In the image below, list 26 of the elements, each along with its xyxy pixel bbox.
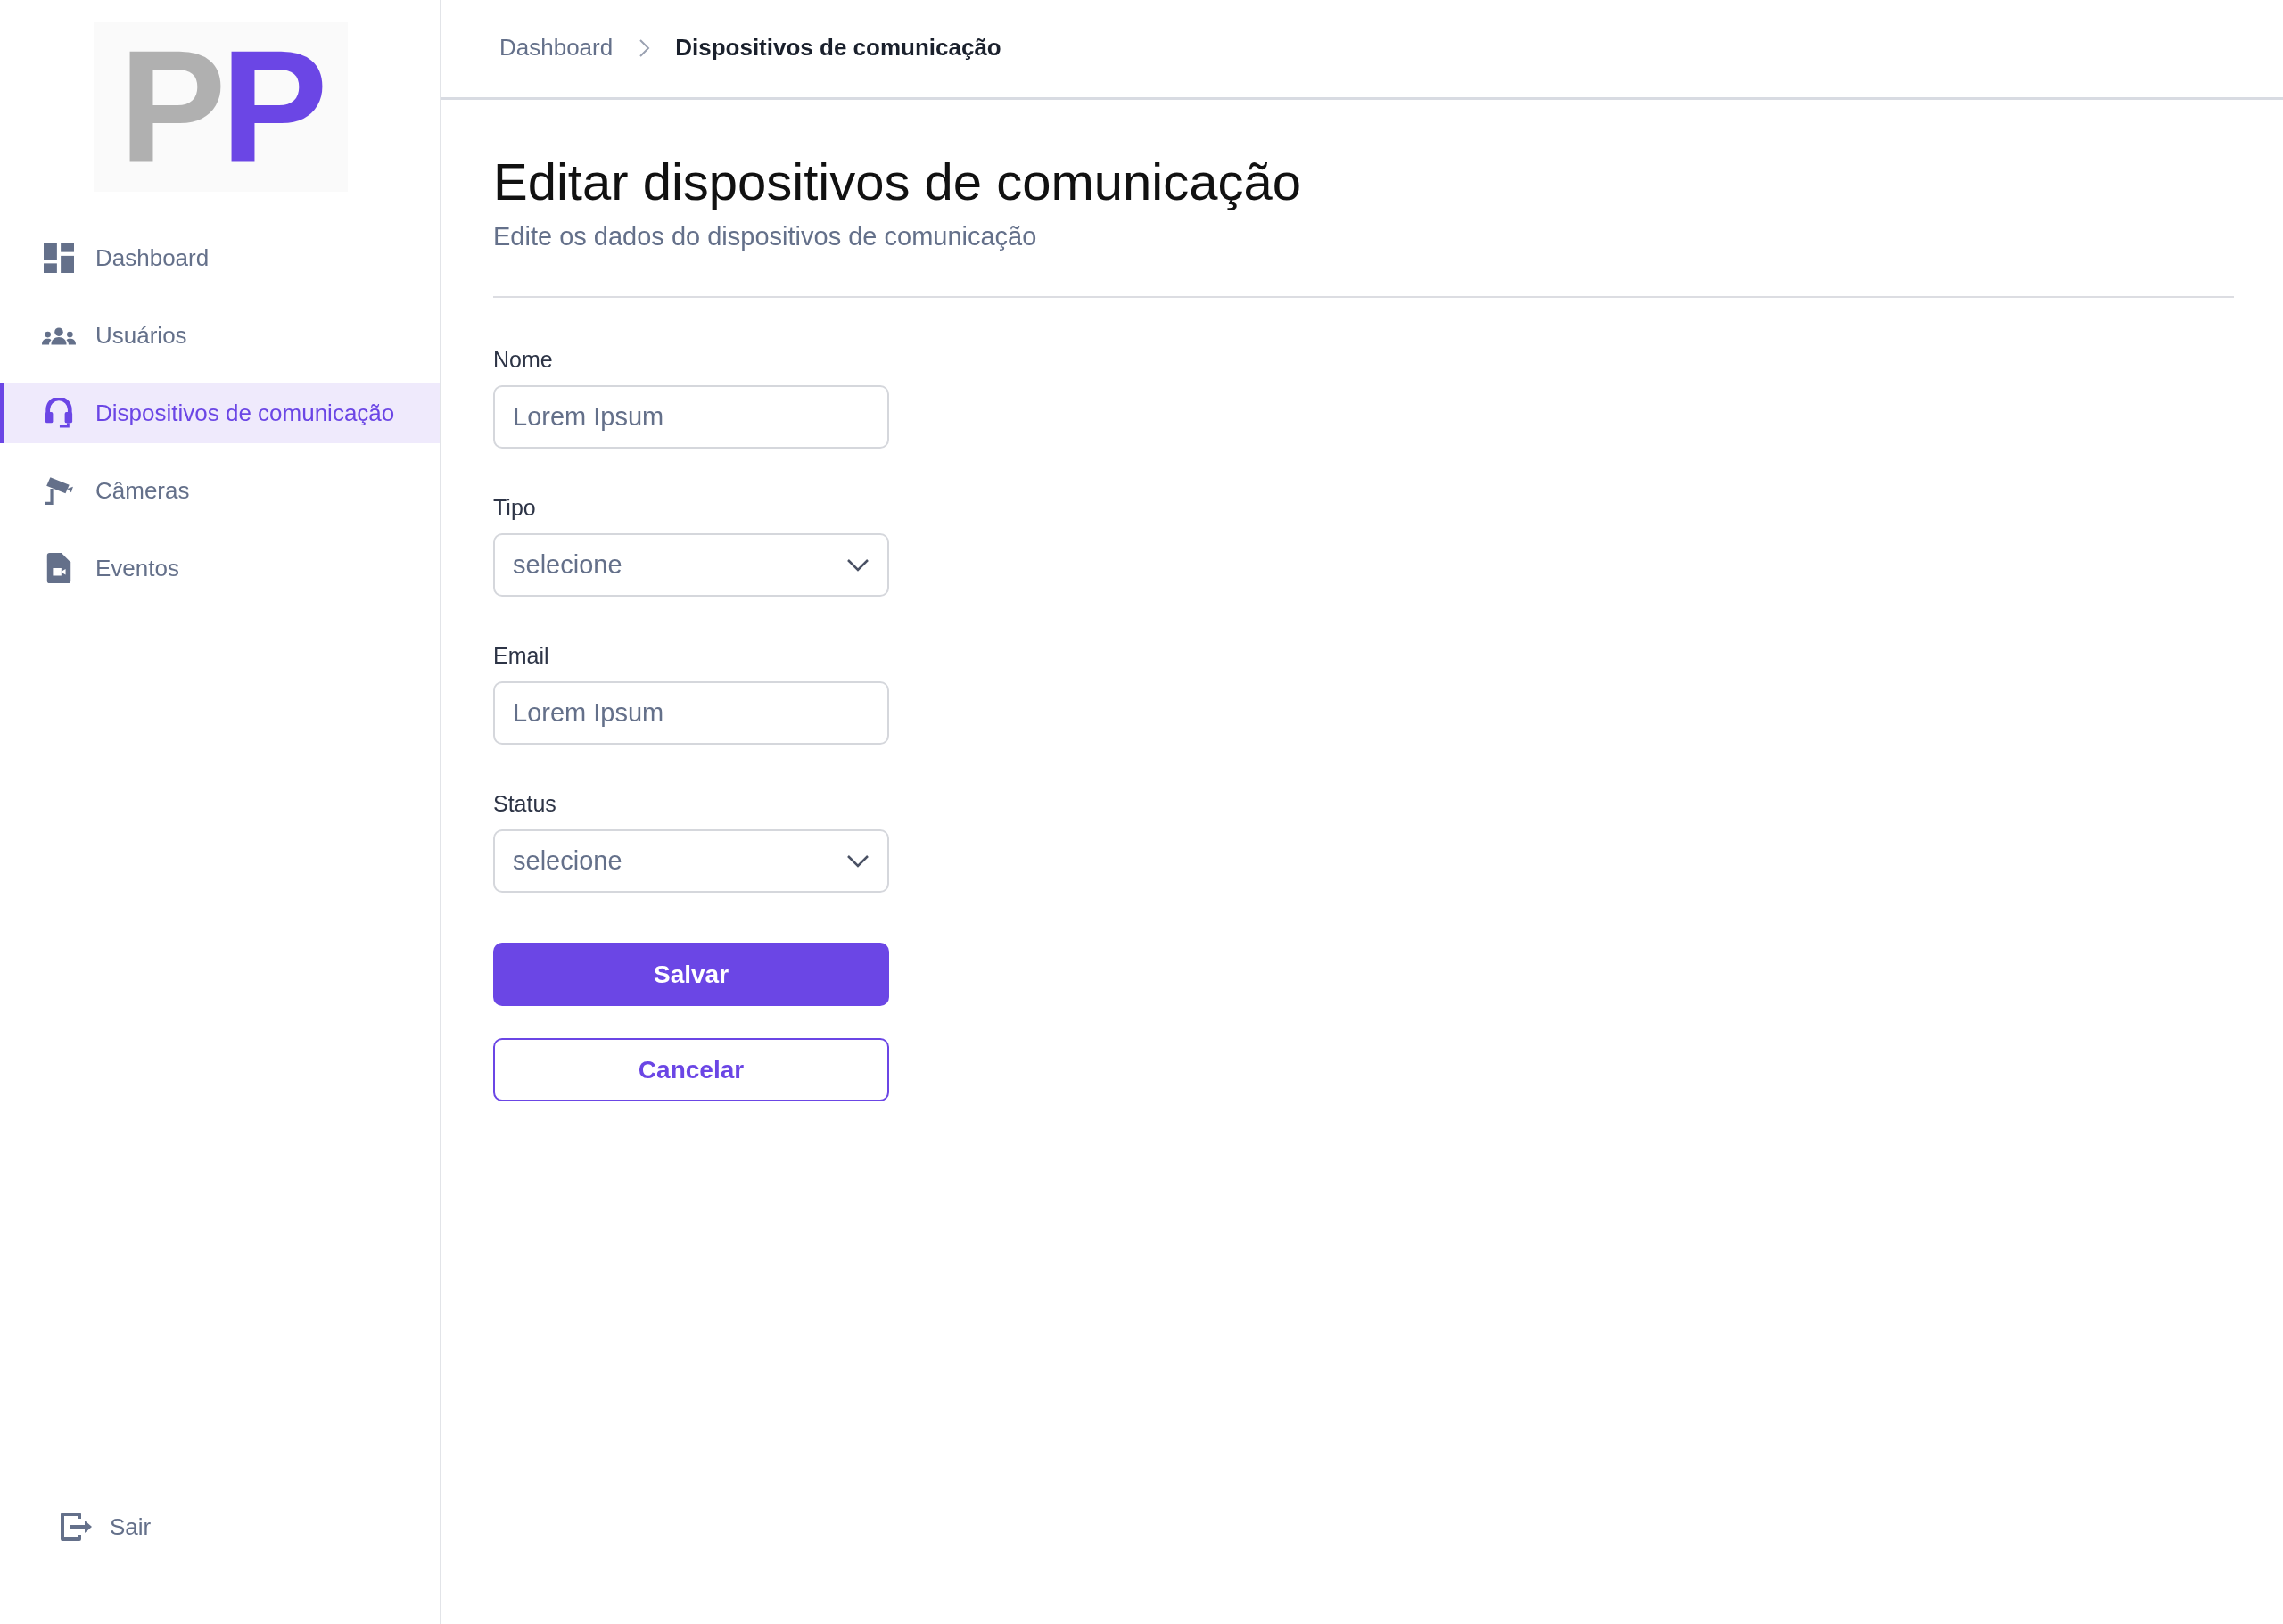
security-camera-icon — [42, 475, 76, 506]
sidebar-item[interactable]: Câmeras — [0, 460, 440, 521]
select-field[interactable]: selecione — [493, 533, 889, 597]
chevron-down-icon — [846, 557, 870, 573]
logout-icon — [60, 1512, 94, 1542]
breadcrumb-link[interactable]: Dispositivos de comunicação — [675, 34, 1001, 62]
select-field[interactable]: selecione — [493, 829, 889, 893]
logout-link[interactable]: Sair — [0, 1512, 440, 1542]
sidebar-item[interactable]: Dispositivos de comunicação — [0, 383, 440, 443]
page-subtitle: Edite os dados do dispositivos de comunicação — [493, 222, 1038, 251]
sidebar-item[interactable]: Usuários — [0, 305, 440, 366]
chevron-icon — [638, 37, 651, 58]
field-label: Nome — [493, 347, 554, 373]
sidebar-item[interactable]: Eventos — [0, 538, 440, 598]
input-field[interactable]: Lorem Ipsum — [493, 385, 889, 449]
field-label: Status — [493, 791, 557, 817]
save-button[interactable]: Salvar — [493, 943, 889, 1006]
page-title: Editar dispositivos de comunicação — [493, 152, 1302, 211]
chevron-down-icon — [846, 853, 870, 869]
input-field[interactable]: Lorem Ipsum — [493, 681, 889, 745]
field-label: Tipo — [493, 495, 537, 521]
dashboard-icon — [42, 243, 76, 273]
cancel-button[interactable]: Cancelar — [493, 1038, 889, 1101]
sidebar-item[interactable]: Dashboard — [0, 227, 440, 288]
field-label: Email — [493, 643, 550, 669]
breadcrumb-link[interactable]: Dashboard — [499, 34, 614, 62]
